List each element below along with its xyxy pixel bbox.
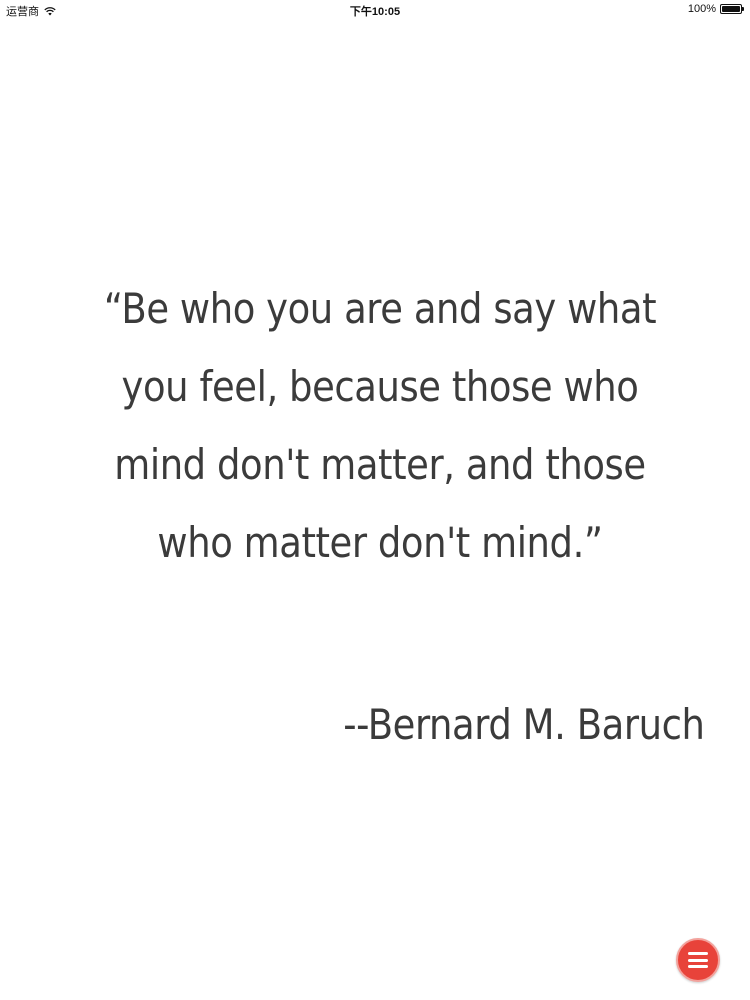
quote-text: “Be who you are and say what you feel, b… — [103, 284, 657, 567]
quote-screen: 运营商 下午10:05 100% “Be who you are and say… — [0, 0, 750, 1000]
menu-button[interactable] — [676, 938, 720, 982]
battery-fill — [722, 6, 740, 12]
battery-percent: 100% — [687, 3, 716, 15]
status-time: 下午10:05 — [349, 6, 401, 18]
hamburger-menu-icon — [688, 952, 708, 968]
battery-icon — [720, 4, 744, 14]
status-bar: 运营商 下午10:05 100% — [0, 0, 750, 20]
status-right: 100% — [687, 3, 744, 15]
quote-author: --Bernard M. Baruch — [342, 700, 705, 749]
